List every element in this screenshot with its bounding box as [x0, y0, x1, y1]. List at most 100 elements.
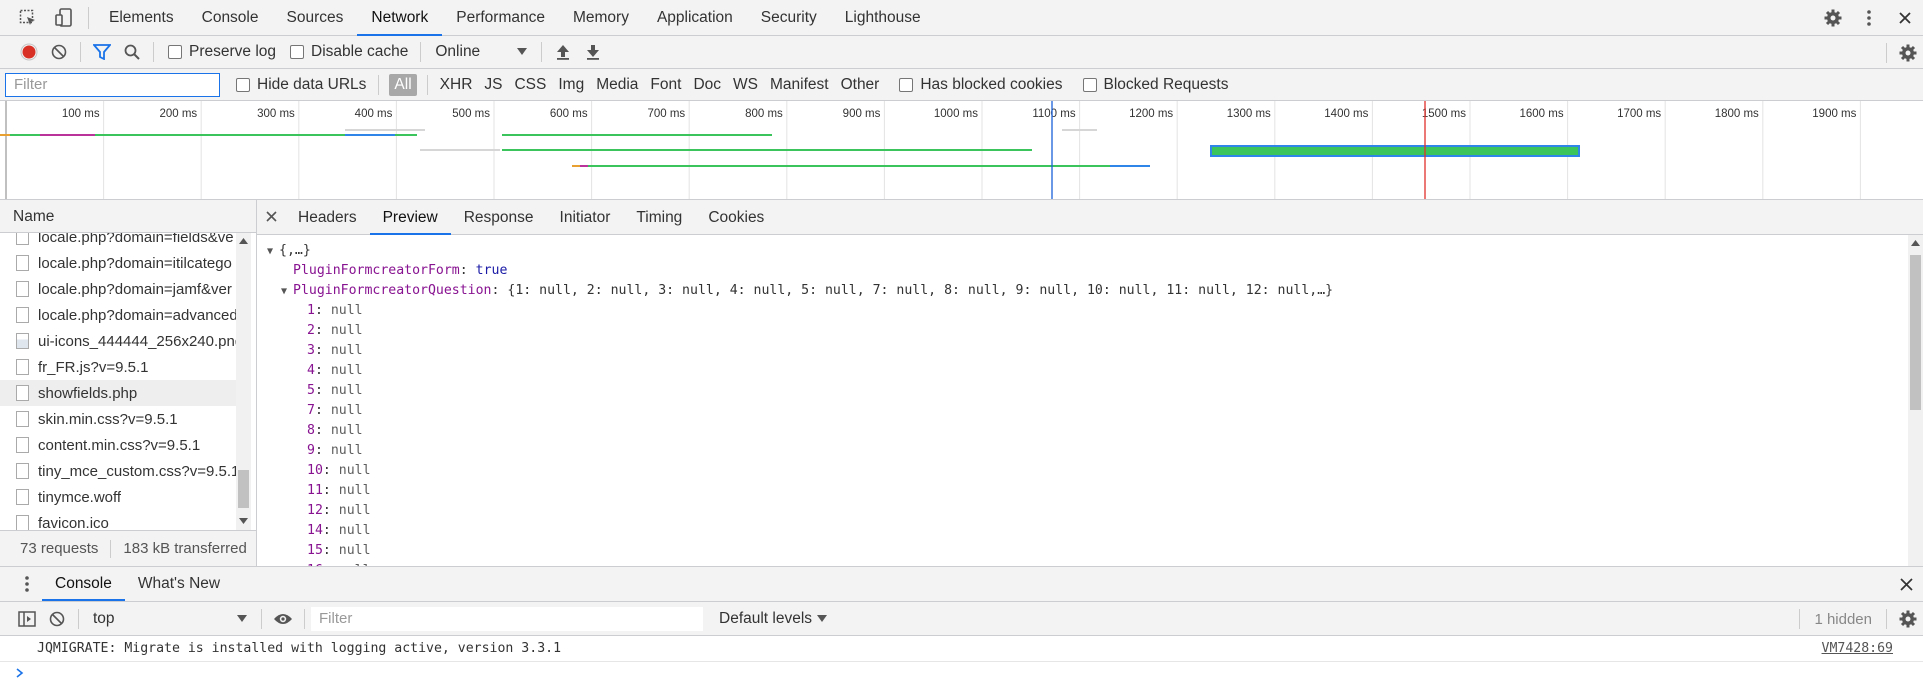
type-filter-js[interactable]: JS: [478, 74, 508, 96]
request-row[interactable]: fr_FR.js?v=9.5.1: [0, 354, 240, 380]
more-menu-icon[interactable]: [1851, 0, 1887, 36]
type-filter-all[interactable]: All: [389, 73, 417, 96]
scroll-down-arrow-icon[interactable]: [239, 518, 248, 524]
checkbox-box[interactable]: [168, 45, 182, 59]
sidebar-toggle-icon[interactable]: [12, 604, 42, 634]
filter-funnel-icon[interactable]: [87, 37, 117, 67]
type-filter-xhr[interactable]: XHR: [434, 74, 479, 96]
has-blocked-cookies-checkbox[interactable]: Has blocked cookies: [899, 76, 1063, 94]
request-name: locale.php?domain=jamf&ver: [38, 280, 232, 298]
type-filter-ws[interactable]: WS: [727, 74, 764, 96]
settings-gear-icon[interactable]: [1815, 0, 1851, 36]
request-row[interactable]: ui-icons_444444_256x240.png: [0, 328, 240, 354]
tab-sources[interactable]: Sources: [273, 0, 358, 36]
inspect-element-icon[interactable]: [10, 0, 46, 36]
request-row[interactable]: locale.php?domain=advanced: [0, 302, 240, 328]
type-filter-font[interactable]: Font: [644, 74, 687, 96]
json-colon: :: [322, 523, 339, 538]
json-colon: :: [314, 363, 331, 378]
scroll-up-arrow-icon[interactable]: [239, 238, 248, 244]
tab-console[interactable]: Console: [188, 0, 273, 36]
request-row[interactable]: tinymce.woff: [0, 484, 240, 510]
tab-memory[interactable]: Memory: [559, 0, 643, 36]
type-filter-img[interactable]: Img: [552, 74, 590, 96]
divider: [426, 74, 428, 95]
throttling-select[interactable]: Online: [427, 43, 535, 61]
console-source-link[interactable]: VM7428:69: [1822, 641, 1923, 656]
checkbox-box[interactable]: [236, 77, 250, 92]
request-row[interactable]: content.min.css?v=9.5.1: [0, 432, 240, 458]
tab-network[interactable]: Network: [357, 0, 443, 36]
checkbox-box[interactable]: [899, 77, 914, 92]
tab-lighthouse[interactable]: Lighthouse: [831, 0, 935, 36]
tick-label: 1400 ms: [1324, 108, 1368, 120]
drawer-menu-icon[interactable]: [12, 569, 42, 599]
detail-tab-cookies[interactable]: Cookies: [695, 200, 777, 235]
request-row[interactable]: skin.min.css?v=9.5.1: [0, 406, 240, 432]
close-devtools-icon[interactable]: [1887, 0, 1923, 36]
device-toolbar-icon[interactable]: [46, 0, 82, 36]
type-filter-doc[interactable]: Doc: [687, 74, 727, 96]
expand-triangle-icon[interactable]: ▼: [267, 242, 279, 262]
export-har-icon[interactable]: [578, 37, 608, 67]
detail-tab-timing[interactable]: Timing: [623, 200, 695, 235]
request-row[interactable]: favicon.ico: [0, 510, 240, 530]
hide-data-urls-checkbox[interactable]: Hide data URLs: [236, 76, 366, 94]
blocked-requests-checkbox[interactable]: Blocked Requests: [1082, 76, 1228, 94]
context-select[interactable]: top: [85, 610, 255, 628]
clear-console-icon[interactable]: [42, 604, 72, 634]
disable-cache-checkbox[interactable]: Disable cache: [290, 43, 408, 61]
network-settings-gear-icon[interactable]: [1893, 38, 1923, 68]
search-icon[interactable]: [117, 37, 147, 67]
detail-tab-headers[interactable]: Headers: [285, 200, 370, 235]
console-prompt[interactable]: [0, 662, 1923, 684]
checkbox-box[interactable]: [1082, 77, 1097, 92]
network-overview-timeline[interactable]: 100 ms 200 ms 300 ms 400 ms 500 ms 600 ms 700 …: [0, 101, 1923, 200]
type-filter-other[interactable]: Other: [835, 74, 886, 96]
import-har-icon[interactable]: [548, 37, 578, 67]
request-list-scrollbar[interactable]: [236, 233, 251, 530]
scroll-up-arrow-icon[interactable]: [1911, 240, 1920, 246]
detail-tab-initiator[interactable]: Initiator: [547, 200, 624, 235]
request-row[interactable]: locale.php?domain=jamf&ver: [0, 276, 240, 302]
tab-security[interactable]: Security: [747, 0, 831, 36]
record-icon[interactable]: [14, 37, 44, 67]
live-expression-eye-icon[interactable]: [268, 604, 298, 634]
request-name: fr_FR.js?v=9.5.1: [38, 358, 149, 376]
preview-json-tree: ▼ {,…} PluginFormcreatorForm: true ▼ Plugi…: [257, 235, 1905, 566]
detail-tab-preview[interactable]: Preview: [369, 200, 451, 235]
scroll-thumb[interactable]: [1910, 255, 1921, 410]
json-root[interactable]: ▼ {,…}: [257, 241, 1905, 261]
request-row[interactable]: locale.php?domain=fields&ve: [0, 233, 240, 250]
drawer-tab-console[interactable]: Console: [42, 567, 125, 601]
detail-tab-response[interactable]: Response: [451, 200, 547, 235]
request-row[interactable]: showfields.php: [0, 380, 240, 406]
log-levels-select[interactable]: Default levels: [711, 610, 835, 628]
type-filter-manifest[interactable]: Manifest: [764, 74, 835, 96]
drawer-tab-what-s-new[interactable]: What's New: [125, 567, 233, 601]
request-row[interactable]: locale.php?domain=itilcatego: [0, 250, 240, 276]
preserve-log-checkbox[interactable]: Preserve log: [168, 43, 276, 61]
tab-elements[interactable]: Elements: [95, 0, 188, 36]
timeline-bar: [10, 134, 40, 136]
checkbox-box[interactable]: [290, 45, 305, 59]
console-settings-gear-icon[interactable]: [1893, 604, 1923, 634]
json-object-row[interactable]: ▼ PluginFormcreatorQuestion: {1: null, 2:…: [257, 281, 1905, 301]
console-filter-input[interactable]: Filter: [311, 606, 703, 631]
expand-triangle-icon[interactable]: ▼: [281, 282, 293, 302]
type-filter-media[interactable]: Media: [590, 74, 644, 96]
tab-performance[interactable]: Performance: [442, 0, 559, 36]
preview-scrollbar[interactable]: [1908, 235, 1923, 566]
dropdown-arrow-icon: [817, 614, 828, 622]
close-detail-icon[interactable]: [257, 200, 285, 235]
scroll-thumb[interactable]: [238, 470, 249, 508]
type-filter-css[interactable]: CSS: [508, 74, 552, 96]
clear-icon[interactable]: [44, 37, 74, 67]
request-row[interactable]: tiny_mce_custom.css?v=9.5.1: [0, 458, 240, 484]
tick-label: 1600 ms: [1519, 108, 1563, 120]
divider: [88, 6, 89, 29]
filter-input[interactable]: Filter: [5, 72, 220, 97]
tab-application[interactable]: Application: [643, 0, 747, 36]
name-column-header[interactable]: Name: [0, 200, 256, 233]
close-drawer-icon[interactable]: [1891, 569, 1921, 599]
